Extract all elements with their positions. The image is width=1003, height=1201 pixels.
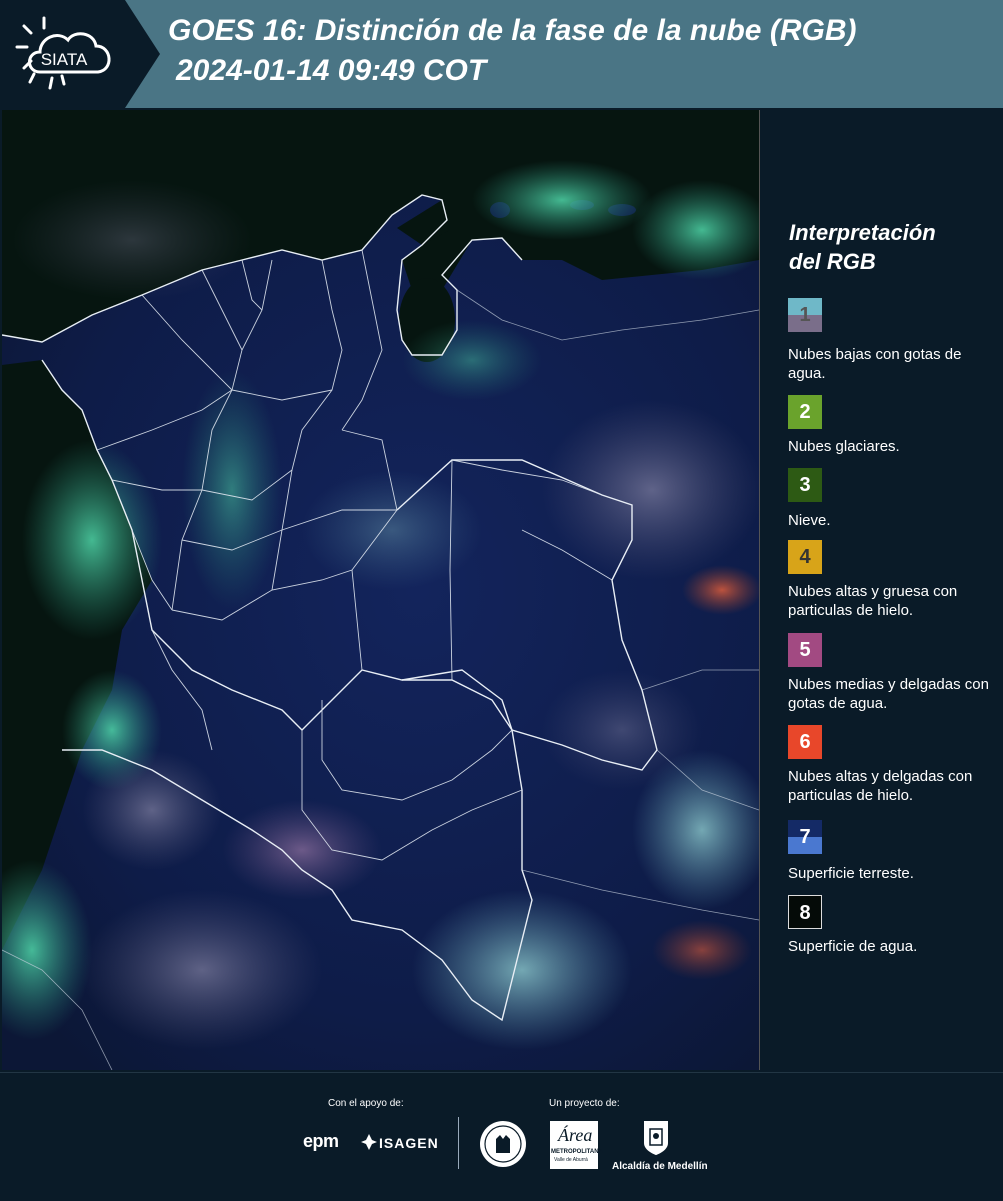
footer-bar: Con el apoyo de: Un proyecto de: epm ISA… bbox=[0, 1072, 1003, 1201]
legend-title-line: del RGB bbox=[789, 249, 876, 274]
legend-label-8: Superficie de agua. bbox=[788, 938, 918, 955]
area-logo-main: Área bbox=[558, 1125, 593, 1145]
legend-label-3: Nieve. bbox=[788, 512, 831, 529]
page-timestamp: 2024-01-14 09:49 COT bbox=[176, 54, 487, 87]
area-logo-sub2: Valle de Aburrá bbox=[554, 1157, 588, 1163]
legend-swatch-7: 7 bbox=[788, 820, 822, 854]
legend-swatch-8: 8 bbox=[788, 895, 822, 929]
legend-swatch-5: 5 bbox=[788, 633, 822, 667]
isagen-logo: ISAGEN bbox=[379, 1135, 439, 1151]
legend-swatch-4: 4 bbox=[788, 540, 822, 574]
page-title: GOES 16: Distinción de la fase de la nub… bbox=[168, 14, 857, 47]
legend-label-7: Superficie terreste. bbox=[788, 865, 914, 882]
support-caption: Con el apoyo de: bbox=[328, 1098, 404, 1109]
legend-label-1: Nubes bajas con gotas de agua. bbox=[788, 346, 962, 382]
legend-label-4: Nubes altas y gruesa con particulas de h… bbox=[788, 583, 958, 619]
siata-logo-panel: SIATA bbox=[0, 0, 160, 108]
footer-divider bbox=[458, 1117, 459, 1169]
siata-logo-text: SIATA bbox=[41, 50, 88, 69]
legend-swatch-2: 2 bbox=[788, 395, 822, 429]
legend-title: Interpretación del RGB bbox=[789, 218, 989, 276]
university-seal-icon bbox=[480, 1121, 526, 1167]
epm-logo: epm bbox=[303, 1131, 339, 1151]
legend-swatch-6: 6 bbox=[788, 725, 822, 759]
project-caption: Un proyecto de: bbox=[549, 1098, 620, 1109]
legend-label-5: Nubes medias y delgadas con gotas de agu… bbox=[788, 676, 989, 712]
area-logo-sub1: METROPOLITANA bbox=[551, 1149, 603, 1155]
area-metropolitana-logo: Área METROPOLITANA Valle de Aburrá bbox=[550, 1121, 603, 1169]
alcaldia-shield-icon bbox=[644, 1121, 668, 1155]
legend-label-2: Nubes glaciares. bbox=[788, 438, 900, 455]
alcaldia-logo-text: Alcaldía de Medellín bbox=[612, 1161, 708, 1172]
isagen-logo-icon bbox=[361, 1134, 377, 1150]
satellite-map[interactable] bbox=[2, 110, 760, 1070]
legend-panel: Interpretación del RGB 1 Nubes bajas con… bbox=[775, 110, 1003, 1070]
legend-swatch-3: 3 bbox=[788, 468, 822, 502]
satellite-image bbox=[2, 110, 759, 1070]
legend-label-6: Nubes altas y delgadas con particulas de… bbox=[788, 768, 973, 804]
header-bar: SIATA GOES 16: Distinción de la fase de … bbox=[0, 0, 1003, 108]
legend-title-line: Interpretación bbox=[789, 220, 936, 245]
legend-swatch-1: 1 bbox=[788, 298, 822, 332]
